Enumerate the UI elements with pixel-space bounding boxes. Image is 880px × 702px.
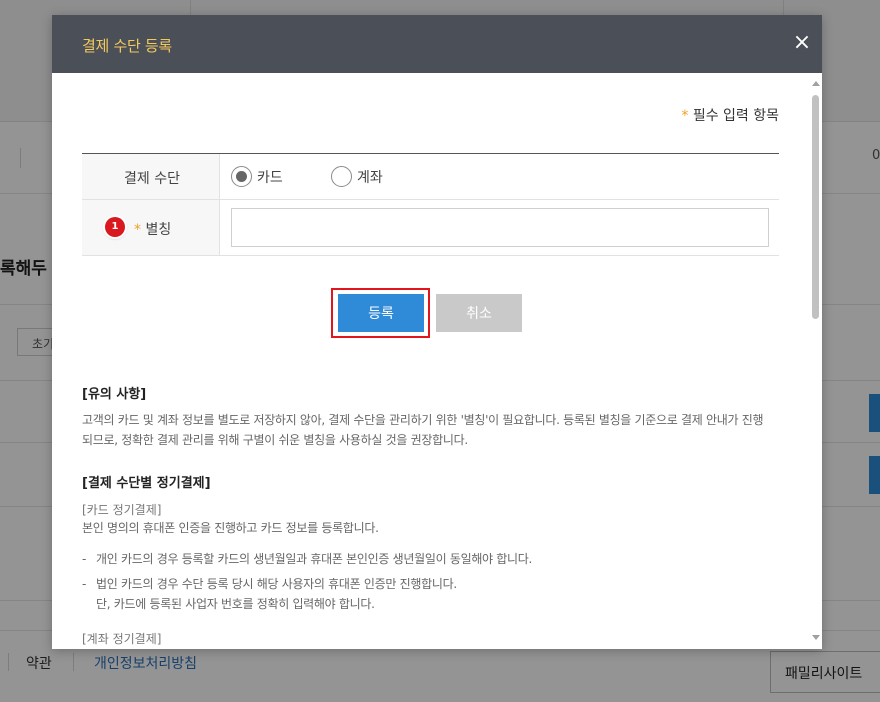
scroll-down-icon[interactable] — [812, 635, 820, 640]
required-note: * 필수 입력 항목 — [681, 105, 779, 125]
cancel-button[interactable]: 취소 — [436, 294, 522, 332]
bullet-dash: - — [82, 552, 87, 566]
modal-title: 결제 수단 등록 — [82, 37, 172, 55]
modal-header: 결제 수단 등록 × — [52, 15, 822, 73]
card-recurring-title: [카드 정기결제] — [82, 503, 162, 517]
bullet-dash: - — [82, 577, 87, 591]
scroll-up-icon[interactable] — [812, 81, 820, 86]
payment-method-label: 결제 수단 — [124, 171, 180, 187]
alias-required-star: * — [134, 222, 141, 238]
alias-label-cell: 1 * 별칭 — [82, 200, 220, 255]
card-bullet-item: - 개인 카드의 경우 등록할 카드의 생년월일과 휴대폰 본인인증 생년월일이… — [82, 549, 782, 569]
alias-input[interactable] — [231, 208, 769, 247]
notice-line: 되므로, 정확한 결제 관리를 위해 구별이 쉬운 별칭을 사용하실 것을 권장… — [82, 433, 468, 447]
payment-method-modal: 결제 수단 등록 × * 필수 입력 항목 결제 수단 카드 계좌 1 * 별칭… — [52, 15, 822, 649]
recurring-title: [결제 수단별 정기결제] — [82, 476, 211, 491]
modal-scrollbar[interactable] — [810, 73, 822, 649]
card-bullet-item-cont: 단, 카드에 등록된 사업자 번호를 정확히 입력해야 합니다. — [82, 594, 782, 614]
close-icon[interactable]: × — [790, 30, 814, 56]
payment-method-label-cell: 결제 수단 — [82, 154, 220, 199]
alias-label-text: 별칭 — [145, 222, 172, 238]
card-radio-label: 카드 — [257, 170, 283, 186]
notice-line: 고객의 카드 및 계좌 정보를 별도로 저장하지 않아, 결제 수단을 관리하기… — [82, 413, 764, 427]
register-button[interactable]: 등록 — [338, 294, 424, 332]
bullet-text: 법인 카드의 경우 수단 등록 당시 해당 사용자의 휴대폰 인증만 진행합니다… — [96, 577, 457, 591]
step-badge: 1 — [105, 217, 125, 237]
account-radio[interactable] — [331, 166, 352, 187]
account-recurring-title: [계좌 정기결제] — [82, 632, 162, 646]
alias-label: * 별칭 — [134, 219, 171, 239]
payment-method-row: 결제 수단 카드 계좌 — [82, 154, 779, 200]
account-radio-label: 계좌 — [357, 170, 383, 186]
required-star: * — [681, 108, 689, 124]
card-radio[interactable] — [231, 166, 252, 187]
payment-form: 결제 수단 카드 계좌 1 * 별칭 — [82, 153, 779, 256]
scroll-thumb[interactable] — [812, 95, 819, 319]
bullet-text: 개인 카드의 경우 등록할 카드의 생년월일과 휴대폰 본인인증 생년월일이 동… — [96, 552, 533, 566]
card-bullet-item: - 법인 카드의 경우 수단 등록 당시 해당 사용자의 휴대폰 인증만 진행합… — [82, 574, 782, 594]
bullet-text: 단, 카드에 등록된 사업자 번호를 정확히 입력해야 합니다. — [96, 597, 375, 611]
alias-row: 1 * 별칭 — [82, 200, 779, 256]
required-note-text: 필수 입력 항목 — [692, 108, 779, 124]
modal-body: * 필수 입력 항목 결제 수단 카드 계좌 1 * 별칭 등록 취소 [유의 … — [52, 73, 822, 649]
card-recurring-desc: 본인 명의의 휴대폰 인증을 진행하고 카드 정보를 등록합니다. — [82, 521, 379, 535]
notice-title: [유의 사항] — [82, 387, 147, 402]
